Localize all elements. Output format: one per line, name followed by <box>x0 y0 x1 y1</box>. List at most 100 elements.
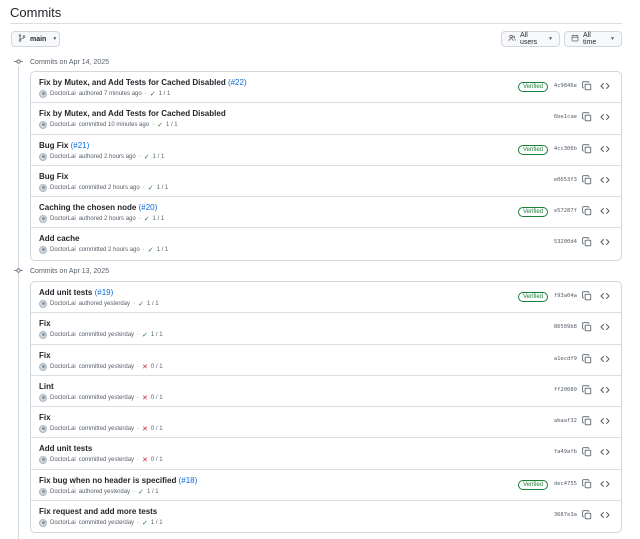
browse-code-icon[interactable] <box>600 144 610 154</box>
commit-message-link[interactable]: Fix by Mutex, and Add Tests for Cached D… <box>39 109 226 118</box>
avatar[interactable] <box>39 183 47 192</box>
commit-sha-link[interactable]: 6be1cae <box>554 114 577 120</box>
copy-icon[interactable] <box>582 353 592 364</box>
commit-sha-link[interactable]: f93a04a <box>554 293 577 299</box>
commit-author[interactable]: DoctorLai <box>50 122 76 128</box>
commit-author[interactable]: DoctorLai <box>50 91 76 97</box>
commit-author[interactable]: DoctorLai <box>50 332 76 338</box>
commit-title[interactable]: Lint <box>39 382 54 391</box>
browse-code-icon[interactable] <box>600 206 610 216</box>
copy-icon[interactable] <box>582 112 592 122</box>
checks-count[interactable]: 0 / 1 <box>151 395 163 401</box>
commit-sha-link[interactable]: 4cc306b <box>554 146 577 152</box>
browse-code-icon[interactable] <box>600 112 610 122</box>
commit-sha-link[interactable]: abaaf32 <box>554 418 577 424</box>
commit-message-link[interactable]: Bug Fix <box>39 141 68 150</box>
pull-request-link[interactable]: (#22) <box>228 78 247 87</box>
commit-title[interactable]: Caching the chosen node (#20) <box>39 203 157 212</box>
commit-author[interactable]: DoctorLai <box>50 489 76 495</box>
commit-message-link[interactable]: Add unit tests <box>39 288 92 297</box>
avatar[interactable] <box>39 362 47 371</box>
commit-title[interactable]: Add unit tests <box>39 444 92 453</box>
commit-message-link[interactable]: Fix <box>39 413 51 422</box>
commit-sha-link[interactable]: a1ecdf9 <box>554 356 577 362</box>
pull-request-link[interactable]: (#20) <box>139 203 158 212</box>
verified-badge[interactable]: Verified <box>518 82 549 92</box>
browse-code-icon[interactable] <box>600 237 610 247</box>
browse-code-icon[interactable] <box>600 416 610 426</box>
verified-badge[interactable]: Verified <box>518 292 549 302</box>
check-icon[interactable]: ✓ <box>148 246 154 254</box>
copy-icon[interactable] <box>582 416 592 426</box>
commit-title[interactable]: Fix request and add more tests <box>39 507 157 516</box>
commit-author[interactable]: DoctorLai <box>50 395 76 401</box>
checks-count[interactable]: 0 / 1 <box>151 426 163 432</box>
commit-author[interactable]: DoctorLai <box>50 216 76 222</box>
x-icon[interactable]: ✕ <box>142 425 148 433</box>
checks-count[interactable]: 1 / 1 <box>159 91 171 97</box>
copy-icon[interactable] <box>582 478 592 489</box>
commit-title[interactable]: Fix by Mutex, and Add Tests for Cached D… <box>39 109 226 118</box>
commit-author[interactable]: DoctorLai <box>50 247 76 253</box>
commit-sha-link[interactable]: 53200d4 <box>554 239 577 245</box>
avatar[interactable] <box>39 90 47 98</box>
checks-count[interactable]: 1 / 1 <box>151 332 163 338</box>
copy-icon[interactable] <box>582 237 592 247</box>
commit-author[interactable]: DoctorLai <box>50 185 76 191</box>
commit-author[interactable]: DoctorLai <box>50 457 76 463</box>
checks-count[interactable]: 0 / 1 <box>151 457 163 463</box>
check-icon[interactable]: ✓ <box>142 519 148 527</box>
commit-sha-link[interactable]: ff20089 <box>554 387 577 393</box>
browse-code-icon[interactable] <box>600 175 610 185</box>
checks-count[interactable]: 1 / 1 <box>153 154 165 160</box>
avatar[interactable] <box>39 519 47 528</box>
commit-title[interactable]: Add unit tests (#19) <box>39 288 113 297</box>
commit-sha-link[interactable]: dec4755 <box>554 481 577 487</box>
avatar[interactable] <box>39 425 47 434</box>
verified-badge[interactable]: Verified <box>518 479 549 490</box>
commit-message-link[interactable]: Bug Fix <box>39 172 68 181</box>
avatar[interactable] <box>39 215 47 224</box>
commit-message-link[interactable]: Lint <box>39 382 54 391</box>
browse-code-icon[interactable] <box>600 479 610 489</box>
commit-message-link[interactable]: Add unit tests <box>39 444 92 453</box>
verified-badge[interactable]: Verified <box>518 207 549 218</box>
checks-count[interactable]: 1 / 1 <box>157 247 169 253</box>
avatar[interactable] <box>39 331 47 340</box>
avatar[interactable] <box>39 246 47 255</box>
copy-icon[interactable] <box>582 322 592 332</box>
checks-count[interactable]: 0 / 1 <box>151 364 163 370</box>
commit-message-link[interactable]: Fix bug when no header is specified <box>39 476 176 485</box>
pull-request-link[interactable]: (#19) <box>95 288 114 297</box>
commit-sha-link[interactable]: 4c9846e <box>554 83 577 89</box>
commit-message-link[interactable]: Caching the chosen node <box>39 203 136 212</box>
browse-code-icon[interactable] <box>600 81 610 91</box>
check-icon[interactable]: ✓ <box>148 184 154 192</box>
time-filter-button[interactable]: All time ▼ <box>564 31 622 47</box>
check-icon[interactable]: ✓ <box>142 331 148 339</box>
copy-icon[interactable] <box>582 510 592 520</box>
check-icon[interactable]: ✓ <box>157 121 163 129</box>
commit-message-link[interactable]: Fix <box>39 319 51 328</box>
check-icon[interactable]: ✓ <box>150 90 156 98</box>
checks-count[interactable]: 1 / 1 <box>147 489 159 495</box>
avatar[interactable] <box>39 487 47 496</box>
checks-count[interactable]: 1 / 1 <box>147 301 159 307</box>
pull-request-link[interactable]: (#18) <box>179 476 198 485</box>
browse-code-icon[interactable] <box>600 322 610 332</box>
commit-sha-link[interactable]: 86509b8 <box>554 324 577 330</box>
commit-sha-link[interactable]: 3687e3a <box>554 512 577 518</box>
commit-author[interactable]: DoctorLai <box>50 364 76 370</box>
copy-icon[interactable] <box>582 81 592 91</box>
check-icon[interactable]: ✓ <box>138 300 144 308</box>
commit-sha-link[interactable]: e57287f <box>554 208 577 214</box>
commit-title[interactable]: Fix bug when no header is specified (#18… <box>39 476 197 485</box>
commit-author[interactable]: DoctorLai <box>50 154 76 160</box>
commit-title[interactable]: Bug Fix <box>39 172 68 181</box>
browse-code-icon[interactable] <box>600 447 610 457</box>
commit-sha-link[interactable]: e0653f3 <box>554 177 577 183</box>
x-icon[interactable]: ✕ <box>142 363 148 371</box>
avatar[interactable] <box>39 456 47 465</box>
copy-icon[interactable] <box>582 291 592 301</box>
avatar[interactable] <box>39 152 47 161</box>
